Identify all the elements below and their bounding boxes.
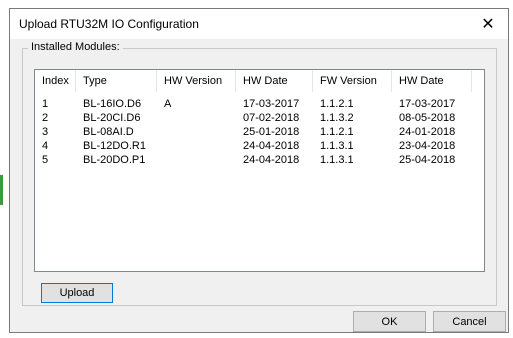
- background-window-edge: [0, 0, 8, 338]
- cell-hw-date-2: 23-04-2018: [399, 140, 456, 152]
- cell-fw-version: 1.1.3.1: [320, 140, 354, 152]
- table-row[interactable]: 2 BL-20CI.D6 07-02-2018 1.1.3.2 08-05-20…: [35, 111, 484, 125]
- cell-index: 3: [42, 126, 49, 138]
- column-header-hw-date-2[interactable]: HW Date: [392, 70, 472, 92]
- cell-index: 5: [42, 154, 49, 166]
- cell-hw-date-2: 08-05-2018: [399, 112, 456, 124]
- cell-hw-version: [157, 153, 236, 167]
- cell-hw-date: 24-04-2018: [243, 154, 300, 166]
- background-strip: [0, 175, 3, 205]
- cell-hw-version: [157, 139, 236, 153]
- dialog-title: Upload RTU32M IO Configuration: [19, 17, 199, 31]
- table-row[interactable]: 4 BL-12DO.R1 24-04-2018 1.1.3.1 23-04-20…: [35, 139, 484, 153]
- table-row[interactable]: 3 BL-08AI.D 25-01-2018 1.1.2.1 24-01-201…: [35, 125, 484, 139]
- cell-index: 1: [42, 98, 49, 110]
- list-rows: 1 BL-16IO.D6 A 17-03-2017 1.1.2.1 17-03-…: [35, 97, 484, 167]
- cell-hw-version: A: [164, 98, 172, 110]
- cancel-button[interactable]: Cancel: [433, 311, 506, 332]
- cell-fw-version: 1.1.2.1: [320, 126, 354, 138]
- cell-hw-date-2: 25-04-2018: [399, 154, 456, 166]
- cell-type: BL-20DO.P1: [83, 154, 146, 166]
- table-row[interactable]: 1 BL-16IO.D6 A 17-03-2017 1.1.2.1 17-03-…: [35, 97, 484, 111]
- column-header-hw-date[interactable]: HW Date: [236, 70, 313, 92]
- upload-config-dialog: Upload RTU32M IO Configuration ✕ Install…: [9, 8, 509, 333]
- ok-button[interactable]: OK: [353, 311, 426, 332]
- cell-index: 2: [42, 112, 49, 124]
- cell-hw-date-2: 17-03-2017: [399, 98, 456, 110]
- column-header-fw-version[interactable]: FW Version: [313, 70, 392, 92]
- cell-type: BL-12DO.R1: [83, 140, 146, 152]
- cell-hw-date: 17-03-2017: [243, 98, 300, 110]
- cell-type: BL-16IO.D6: [83, 98, 142, 110]
- cell-hw-date: 25-01-2018: [243, 126, 300, 138]
- installed-modules-label: Installed Modules:: [28, 41, 123, 53]
- cell-type: BL-20CI.D6: [83, 112, 141, 124]
- cell-fw-version: 1.1.3.2: [320, 112, 354, 124]
- close-icon: ✕: [481, 16, 495, 33]
- list-header: Index Type HW Version HW Date FW Version…: [35, 70, 484, 92]
- cell-fw-version: 1.1.3.1: [320, 154, 354, 166]
- cell-hw-date: 24-04-2018: [243, 140, 300, 152]
- column-header-type[interactable]: Type: [76, 70, 157, 92]
- cell-hw-date: 07-02-2018: [243, 112, 300, 124]
- modules-list[interactable]: Index Type HW Version HW Date FW Version…: [34, 69, 485, 272]
- cell-hw-version: [157, 111, 236, 125]
- cell-type: BL-08AI.D: [83, 126, 134, 138]
- title-bar: Upload RTU32M IO Configuration ✕: [10, 9, 508, 39]
- column-header-index[interactable]: Index: [35, 70, 76, 92]
- cell-fw-version: 1.1.2.1: [320, 98, 354, 110]
- close-button[interactable]: ✕: [468, 9, 508, 39]
- cell-hw-date-2: 24-01-2018: [399, 126, 456, 138]
- cell-hw-version: [157, 125, 236, 139]
- cell-index: 4: [42, 140, 49, 152]
- table-row[interactable]: 5 BL-20DO.P1 24-04-2018 1.1.3.1 25-04-20…: [35, 153, 484, 167]
- upload-button[interactable]: Upload: [41, 283, 113, 303]
- column-header-hw-version[interactable]: HW Version: [157, 70, 236, 92]
